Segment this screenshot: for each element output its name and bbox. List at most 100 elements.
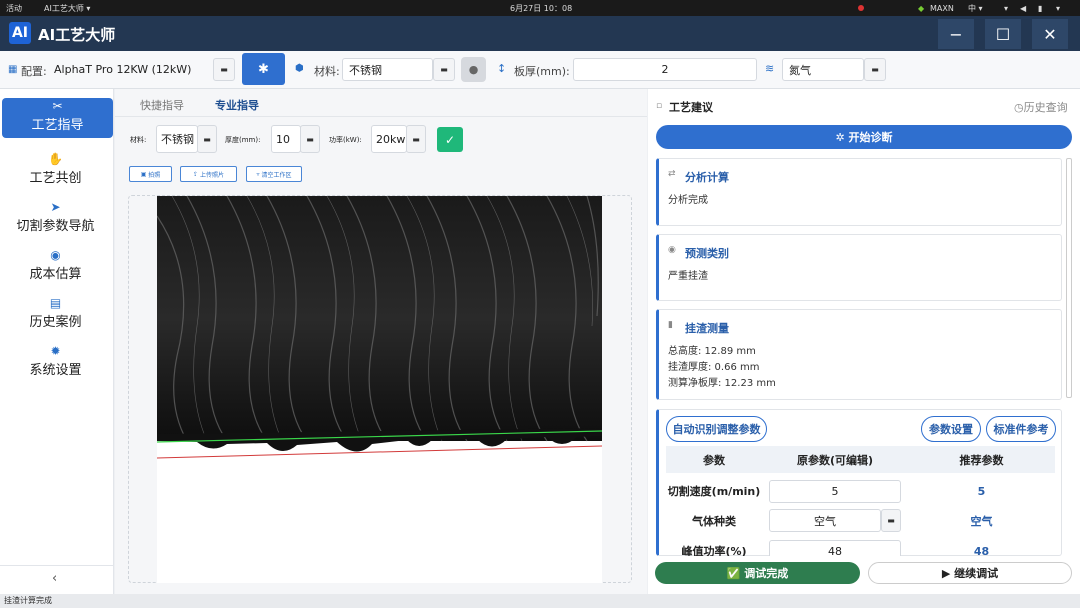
app-title: AI工艺大师 bbox=[38, 26, 116, 44]
collapse-sidebar-button[interactable]: ‹ bbox=[52, 571, 57, 586]
material-label: 材料: bbox=[314, 65, 340, 78]
sidebar-item-label: 工艺指导 bbox=[31, 118, 84, 133]
card-body: 严重挂渣 bbox=[668, 271, 708, 282]
card-title: 挂渣测量 bbox=[685, 322, 729, 335]
close-button[interactable]: ✕ bbox=[1032, 19, 1068, 49]
power-select[interactable]: 20kw bbox=[371, 125, 407, 153]
thickness-label: 板厚(mm): bbox=[514, 65, 570, 78]
history-query-label: 历史查询 bbox=[1023, 101, 1068, 114]
coins-icon: ◉ bbox=[50, 248, 61, 262]
prediction-card: ◉ 预测类别 严重挂渣 bbox=[656, 234, 1062, 301]
recommended-value: 空气 bbox=[970, 515, 993, 528]
material-dropdown-button[interactable]: ▬ bbox=[433, 58, 455, 81]
net-thickness: 测算净板厚: 12.23 mm bbox=[668, 378, 776, 389]
app-menu[interactable]: AI工艺大师 ▾ bbox=[44, 3, 90, 14]
standard-reference-button[interactable]: 标准件参考 bbox=[986, 416, 1056, 442]
material-dropdown-button[interactable]: ▬ bbox=[197, 125, 217, 153]
gear-icon: ✹ bbox=[50, 344, 61, 358]
sidebar-item-label: 历史案例 bbox=[29, 315, 82, 330]
material-select[interactable]: 不锈钢 bbox=[342, 58, 433, 81]
thickness-label: 厚度(mm): bbox=[225, 136, 261, 144]
guide-panel: 快捷指导 专业指导 材料: 不锈钢 ▬ 厚度(mm): 10 ▬ 功率(kW):… bbox=[115, 89, 647, 594]
material-label: 材料: bbox=[130, 136, 147, 144]
column-header: 推荐参数 bbox=[959, 453, 1004, 467]
param-settings-button[interactable]: 参数设置 bbox=[921, 416, 981, 442]
material-select[interactable]: 不锈钢 bbox=[156, 125, 198, 153]
gas-dropdown-button[interactable]: ▬ bbox=[864, 58, 886, 81]
sidebar-item-settings[interactable]: ✹ 系统设置 bbox=[0, 343, 111, 383]
tab-pro-guide[interactable]: 专业指导 bbox=[215, 97, 259, 113]
take-photo-button[interactable]: ▣ 拍照 bbox=[129, 166, 172, 182]
upload-icon: ⇪ bbox=[193, 170, 200, 178]
measurement-card: ▮ 挂渣测量 总高度: 12.89 mm 挂渣厚度: 0.66 mm 测算净板厚… bbox=[656, 309, 1062, 400]
cut-surface-image bbox=[157, 196, 602, 583]
sidebar: ✂ 工艺指导 ✋ 工艺共创 ➤ 切割参数导航 ◉ 成本估算 ▤ 历史案例 ✹ 系… bbox=[0, 89, 114, 594]
sidebar-item-history[interactable]: ▤ 历史案例 bbox=[0, 295, 111, 335]
power-dropdown-button[interactable]: ▬ bbox=[406, 125, 426, 153]
sidebar-item-process-guide[interactable]: ✂ 工艺指导 bbox=[2, 98, 113, 138]
card-title: 分析计算 bbox=[685, 171, 729, 184]
clear-workspace-label: 清空工作区 bbox=[261, 171, 292, 179]
gas-type-dropdown-button[interactable]: ▬ bbox=[881, 509, 901, 532]
advice-icon: ▫ bbox=[656, 101, 663, 111]
sidebar-item-cut-params[interactable]: ➤ 切割参数导航 bbox=[0, 199, 111, 239]
sidebar-item-label: 系统设置 bbox=[29, 363, 82, 378]
speed-input[interactable]: 5 bbox=[769, 480, 901, 503]
upload-photo-label: 上传照片 bbox=[199, 171, 224, 179]
config-bar: ▦ 配置: AlphaT Pro 12KW (12kW) ▬ ✱ ⬢ 材料: 不… bbox=[0, 51, 1080, 89]
config-settings-button[interactable]: ✱ bbox=[242, 53, 285, 85]
config-label: 配置: bbox=[21, 65, 47, 78]
card-body: 分析完成 bbox=[668, 195, 708, 206]
confirm-check-button[interactable]: ✓ bbox=[437, 127, 463, 152]
gas-type-select[interactable]: 空气 bbox=[769, 509, 881, 532]
bulb-icon[interactable]: ● bbox=[461, 57, 486, 82]
gas-select[interactable]: 氮气 bbox=[782, 58, 864, 81]
upload-photo-button[interactable]: ⇪ 上传照片 bbox=[180, 166, 237, 182]
activities-button[interactable]: 活动 bbox=[6, 3, 22, 14]
config-select[interactable]: AlphaT Pro 12KW (12kW) bbox=[48, 58, 213, 81]
divider bbox=[115, 116, 647, 117]
clear-workspace-button[interactable]: ▿ 清空工作区 bbox=[246, 166, 302, 182]
start-diagnosis-label: 开始诊断 bbox=[848, 131, 893, 144]
config-dropdown-button[interactable]: ▬ bbox=[213, 58, 235, 81]
gas-icon: ≋ bbox=[765, 62, 775, 75]
thickness-dropdown-button[interactable]: ▬ bbox=[300, 125, 320, 153]
recommended-value: 48 bbox=[973, 544, 990, 557]
peak-power-input[interactable]: 48 bbox=[769, 540, 901, 556]
clock[interactable]: 6月27日 10：08 bbox=[510, 3, 572, 14]
input-method[interactable]: 中 ▾ bbox=[968, 3, 983, 14]
power-mode-label[interactable]: MAXN bbox=[930, 4, 954, 13]
sidebar-item-label: 工艺共创 bbox=[29, 171, 82, 186]
take-photo-label: 拍照 bbox=[148, 171, 161, 179]
volume-icon[interactable]: ◀ bbox=[1020, 4, 1026, 13]
shuffle-icon: ⇄ bbox=[668, 169, 676, 179]
param-name: 切割速度(m/min) bbox=[667, 485, 761, 498]
check-circle-icon: ◉ bbox=[668, 245, 676, 255]
nvidia-icon: ◆ bbox=[918, 3, 925, 13]
thickness-select[interactable]: 10 bbox=[271, 125, 301, 153]
start-diagnosis-button[interactable]: ✲ 开始诊断 bbox=[656, 125, 1072, 149]
wifi-icon[interactable]: ▾ bbox=[1004, 4, 1008, 13]
thickness-input[interactable]: 2 bbox=[573, 58, 757, 81]
sidebar-item-label: 成本估算 bbox=[29, 267, 82, 282]
debug-done-button[interactable]: ✅ 调试完成 bbox=[655, 562, 860, 584]
app-title-bar: AI AI工艺大师 − ☐ ✕ bbox=[0, 16, 1080, 51]
history-query-link[interactable]: ◷历史查询 bbox=[1014, 99, 1068, 115]
auto-adjust-button[interactable]: 自动识别调整参数 bbox=[666, 416, 767, 442]
battery-icon[interactable]: ▮ bbox=[1038, 4, 1042, 13]
table-row: 气体种类 空气 ▬ 空气 bbox=[666, 506, 1055, 536]
thickness-icon: ↕ bbox=[497, 62, 507, 75]
record-indicator-icon bbox=[858, 5, 864, 11]
param-name: 峰值功率(%) bbox=[681, 545, 747, 556]
tab-quick-guide[interactable]: 快捷指导 bbox=[140, 97, 184, 113]
sparkle-icon: ✲ bbox=[835, 130, 849, 144]
system-menu-icon[interactable]: ▾ bbox=[1056, 4, 1060, 13]
minimize-button[interactable]: − bbox=[938, 19, 974, 49]
cube-icon: ⬢ bbox=[295, 63, 304, 74]
continue-debug-button[interactable]: ▶ 继续调试 bbox=[868, 562, 1072, 584]
document-icon: ▤ bbox=[49, 296, 62, 310]
sidebar-item-co-create[interactable]: ✋ 工艺共创 bbox=[0, 151, 111, 191]
maximize-button[interactable]: ☐ bbox=[985, 19, 1021, 49]
cards-scrollbar[interactable] bbox=[1066, 158, 1072, 398]
sidebar-item-cost[interactable]: ◉ 成本估算 bbox=[0, 247, 111, 287]
